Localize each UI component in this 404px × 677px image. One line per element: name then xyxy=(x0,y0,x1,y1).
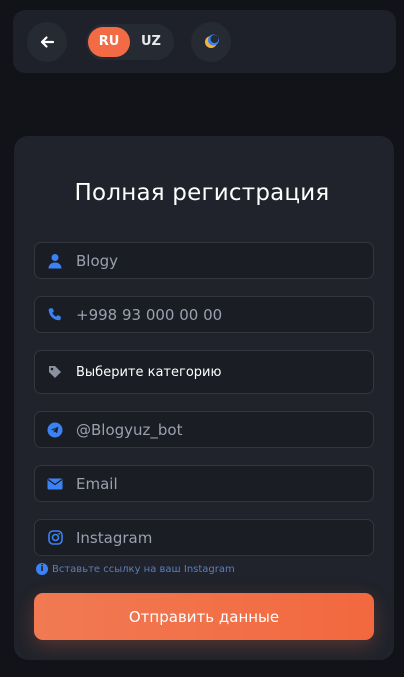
lang-uz-button[interactable]: UZ xyxy=(130,27,172,57)
name-input[interactable] xyxy=(76,251,356,270)
telegram-field[interactable] xyxy=(34,411,374,448)
arrow-left-icon xyxy=(40,35,55,48)
email-input[interactable] xyxy=(76,474,356,493)
moon-icon xyxy=(205,34,219,48)
envelope-icon xyxy=(46,475,64,493)
registration-card xyxy=(14,136,394,660)
instagram-field[interactable] xyxy=(34,519,374,556)
language-switch: RU UZ xyxy=(86,23,174,60)
instagram-hint: i Вставьте ссылку на ваш Instagram xyxy=(36,563,235,575)
theme-toggle-button[interactable] xyxy=(191,21,231,62)
phone-input[interactable] xyxy=(76,305,356,324)
email-field[interactable] xyxy=(34,465,374,502)
telegram-input[interactable] xyxy=(76,420,356,439)
submit-button[interactable]: Отправить данные xyxy=(34,593,374,640)
lang-ru-button[interactable]: RU xyxy=(88,26,130,57)
user-icon xyxy=(46,252,64,270)
category-select[interactable]: Выберите категорию xyxy=(34,350,374,394)
name-field[interactable] xyxy=(34,242,374,279)
back-button[interactable] xyxy=(27,21,67,62)
top-bar: RU UZ xyxy=(13,10,396,73)
info-icon: i xyxy=(36,563,48,575)
phone-icon xyxy=(46,306,64,324)
category-select-value: Выберите категорию xyxy=(76,364,222,380)
instagram-icon xyxy=(46,529,64,547)
instagram-hint-text: Вставьте ссылку на ваш Instagram xyxy=(52,563,235,575)
tag-icon xyxy=(46,363,64,381)
page-title: Полная регистрация xyxy=(74,180,330,206)
phone-field[interactable] xyxy=(34,296,374,333)
telegram-icon xyxy=(46,421,64,439)
instagram-input[interactable] xyxy=(76,528,356,547)
